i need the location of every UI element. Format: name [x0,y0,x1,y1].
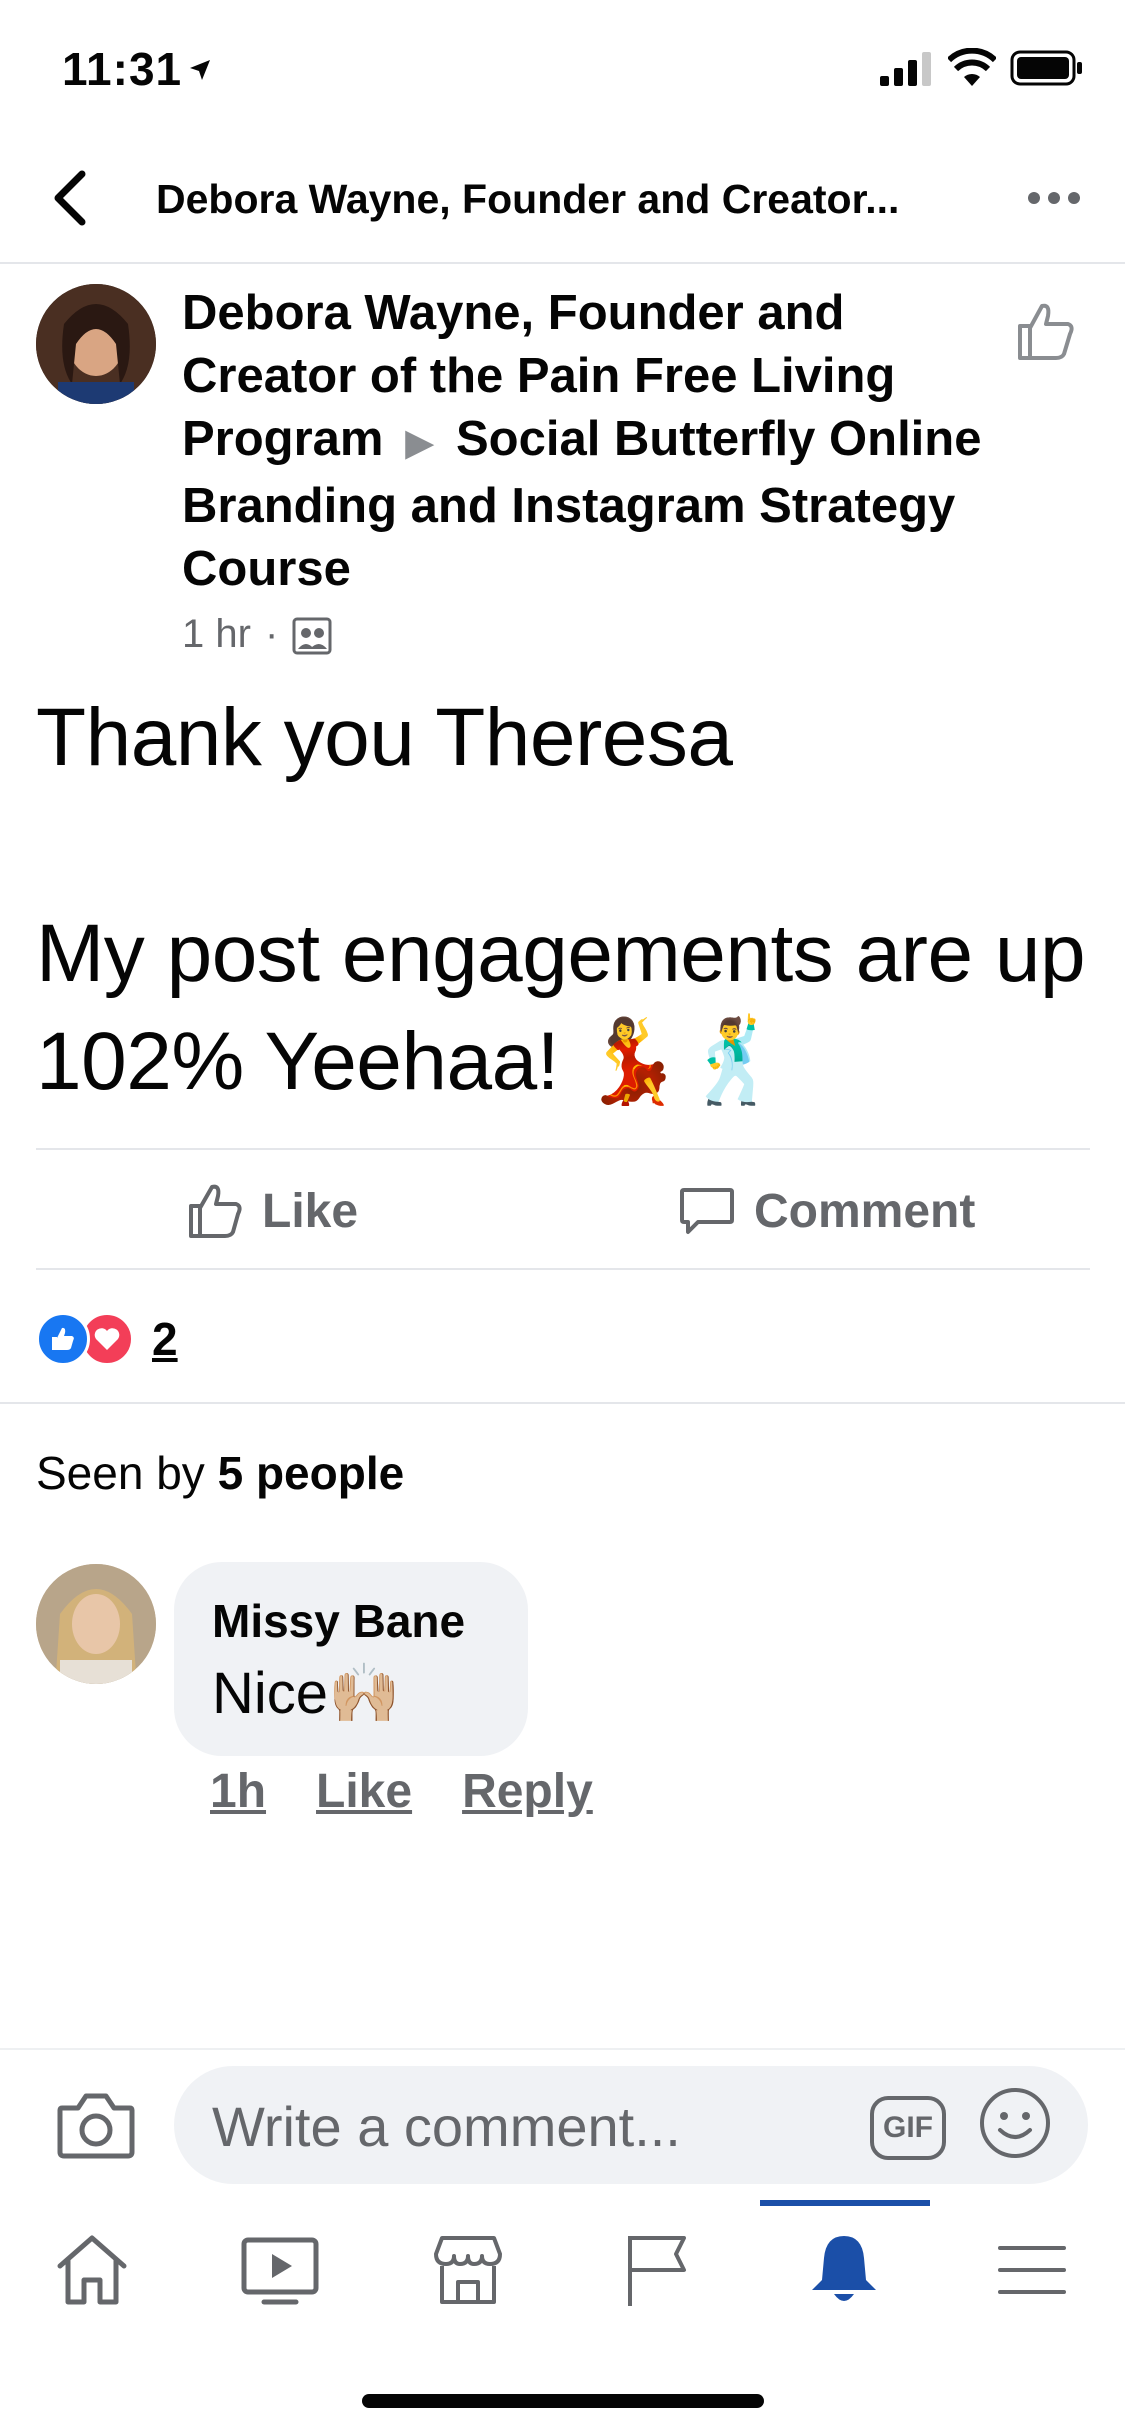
status-time: 11:31 [62,43,183,95]
post-text-line: My post engagements are up 102% Yeehaa! … [36,908,1086,1107]
marketplace-icon[interactable] [428,2230,508,2310]
post-time[interactable]: 1 hr [182,612,251,657]
post-title[interactable]: Debora Wayne, Founder and Creator of the… [182,282,982,601]
post-text-line: Thank you Theresa [36,692,733,783]
home-icon[interactable] [52,2230,132,2310]
like-label: Like [262,1184,359,1238]
seen-by[interactable]: Seen by 5 people [36,1446,404,1500]
menu-icon[interactable] [992,2230,1072,2310]
gif-button[interactable]: GIF [870,2096,946,2160]
composer-divider [0,2048,1125,2050]
actions-top-divider [36,1148,1090,1150]
comment-placeholder[interactable]: Write a comment... [212,2094,681,2159]
battery-icon [1010,50,1082,86]
comment-time[interactable]: 1h [210,1764,266,1819]
wifi-icon [948,48,996,86]
thumbs-up-icon [189,1184,242,1238]
seen-prefix: Seen by [36,1447,205,1499]
notifications-bell-icon[interactable] [804,2230,884,2310]
back-chevron-icon[interactable] [46,168,96,228]
meta-separator: · [264,612,279,656]
comment-actions: 1h Like Reply [210,1764,593,1819]
thumbs-up-outline-icon[interactable] [1014,300,1076,362]
post-meta: 1 hr · [182,612,332,657]
home-indicator[interactable] [362,2394,764,2408]
active-tab-indicator [760,2200,930,2206]
more-options-icon[interactable] [1026,186,1082,210]
comment-reply-link[interactable]: Reply [462,1764,593,1819]
author-avatar[interactable] [36,284,156,404]
reactions-summary[interactable]: 2 [36,1312,178,1366]
post-body: Thank you Theresa My post engagements ar… [36,684,1096,1116]
comment-text: Nice🙌🏼 [212,1661,401,1726]
like-button[interactable]: Like [186,1178,358,1244]
nav-title: Debora Wayne, Founder and Creator... [156,176,900,222]
commenter-name[interactable]: Missy Bane [212,1594,465,1648]
cellular-signal-icon [880,52,931,86]
share-arrow-icon: ▶ [405,422,435,464]
pages-flag-icon[interactable] [618,2230,698,2310]
gif-label: GIF [883,2111,933,2144]
emoji-smiley-icon[interactable] [978,2086,1052,2160]
reaction-count[interactable]: 2 [152,1312,178,1366]
camera-icon[interactable] [56,2090,136,2160]
header-divider [0,262,1125,264]
actions-bottom-divider [36,1268,1090,1270]
comment-bubble-icon [680,1188,734,1234]
comment-like-link[interactable]: Like [316,1764,412,1819]
group-audience-icon [292,617,332,654]
reactions-divider [0,1402,1125,1404]
commenter-avatar[interactable] [36,1564,156,1684]
watch-icon[interactable] [240,2230,320,2310]
seen-count: 5 people [217,1447,405,1499]
location-arrow-icon [190,60,210,80]
like-reaction-icon [36,1312,90,1366]
comment-label: Comment [754,1184,976,1238]
comment-button[interactable]: Comment [678,1178,975,1244]
